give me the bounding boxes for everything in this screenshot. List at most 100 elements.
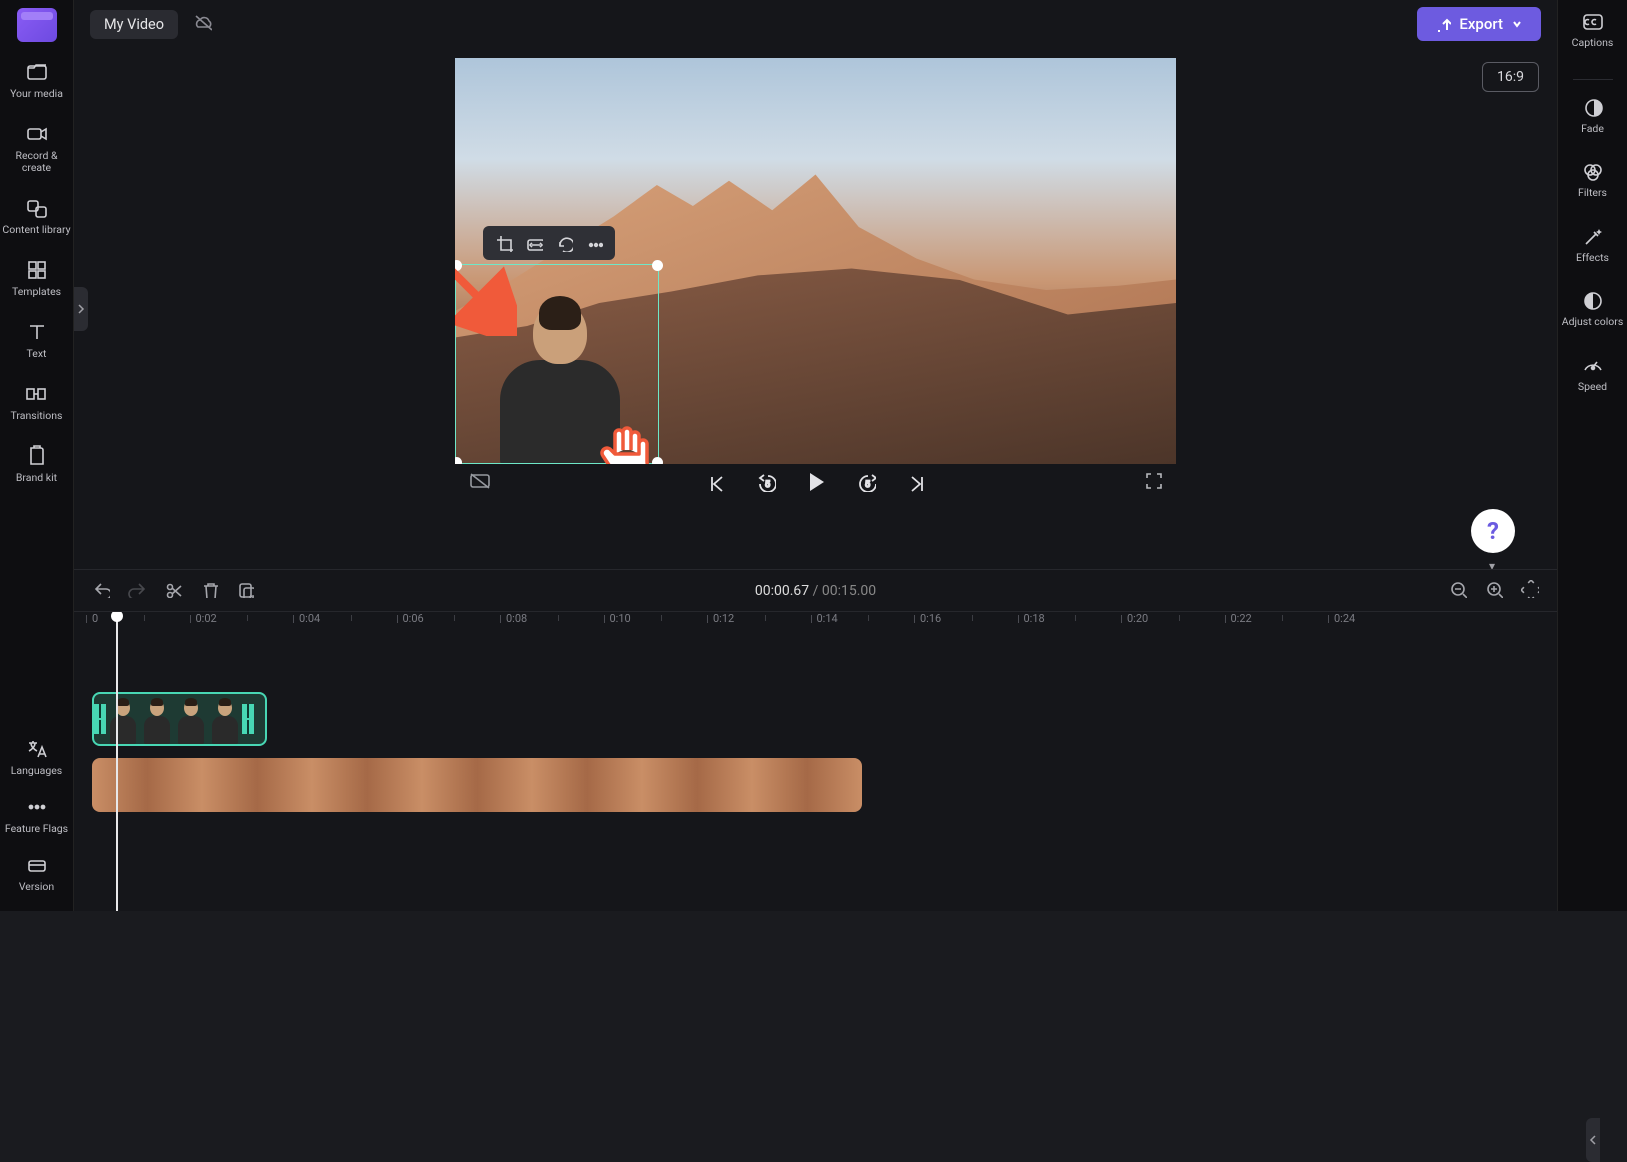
ruler-tick (144, 615, 145, 621)
right-item-fade[interactable]: Fade (1581, 96, 1604, 135)
skip-back-button[interactable]: 5 (756, 472, 776, 492)
split-button[interactable] (164, 580, 182, 602)
ruler-mark: 0:02 (196, 612, 217, 625)
sidebar-label: Feature Flags (5, 823, 68, 835)
help-button[interactable]: ? (1471, 509, 1515, 553)
version-icon (25, 853, 49, 877)
top-bar: My Video Export (74, 0, 1557, 48)
right-item-filters[interactable]: Filters (1578, 160, 1607, 199)
transitions-icon (24, 382, 48, 406)
zoom-out-button[interactable] (1449, 580, 1467, 602)
library-icon (25, 196, 49, 220)
undo-button[interactable] (92, 580, 110, 602)
chevron-down-icon (1511, 18, 1523, 30)
adjust-colors-icon (1581, 289, 1603, 311)
sidebar-label: Text (27, 348, 47, 360)
effects-icon (1581, 225, 1603, 247)
sidebar-label: Record & create (0, 150, 73, 174)
ruler-tick (1282, 615, 1283, 621)
sidebar-label: Your media (10, 88, 63, 100)
rs-label: Captions (1572, 37, 1614, 49)
skip-forward-button[interactable]: 5 (856, 472, 876, 492)
ruler-mark: 0 (92, 612, 98, 625)
right-item-captions[interactable]: Captions (1572, 10, 1614, 49)
clip-thumb (208, 694, 242, 744)
sidebar-item-languages[interactable]: Languages (5, 737, 68, 777)
sidebar-item-version[interactable]: Version (5, 853, 68, 893)
more-icon (25, 795, 49, 819)
sidebar-label: Templates (12, 286, 61, 298)
sidebar-label: Content library (2, 224, 70, 236)
export-label: Export (1459, 15, 1503, 33)
sidebar-item-text[interactable]: Text (25, 320, 49, 360)
ruler-tick (351, 615, 352, 621)
jump-end-button[interactable] (906, 472, 926, 492)
sidebar-item-feature-flags[interactable]: Feature Flags (5, 795, 68, 835)
ruler-tick (1075, 615, 1076, 621)
timeline-toolbar: 00:00.67 / 00:15.00 (74, 569, 1557, 611)
clip-landscape[interactable] (92, 758, 862, 812)
delete-button[interactable] (200, 580, 218, 602)
redo-button (128, 580, 146, 602)
clip-thumb (140, 694, 174, 744)
fade-icon (1582, 96, 1604, 118)
play-button[interactable] (806, 471, 826, 493)
clip-trim-left[interactable] (94, 704, 106, 734)
preview-canvas[interactable] (455, 58, 1176, 464)
ruler-mark: 0:22 (1231, 612, 1252, 625)
project-title[interactable]: My Video (90, 10, 178, 39)
timeline-ruler[interactable]: 00:020:040:060:080:100:120:140:160:180:2… (74, 612, 1557, 640)
clip-avatar[interactable] (92, 692, 267, 746)
svg-text:5: 5 (765, 480, 770, 490)
sidebar-item-templates[interactable]: Templates (12, 258, 61, 298)
fullscreen-button[interactable] (1144, 471, 1162, 493)
ruler-mark: 0:08 (506, 612, 527, 625)
ruler-mark: 0:12 (713, 612, 734, 625)
zoom-fit-button[interactable] (1521, 580, 1539, 602)
expand-left-panel[interactable] (74, 287, 88, 331)
duration: 00:15.00 (822, 583, 876, 599)
ruler-tick (558, 615, 559, 621)
playhead[interactable] (116, 612, 118, 911)
sidebar-item-record-create[interactable]: Record & create (0, 122, 73, 174)
resize-handle-tl[interactable] (455, 260, 462, 271)
text-icon (25, 320, 49, 344)
divider (1573, 79, 1613, 80)
sidebar-item-content-library[interactable]: Content library (2, 196, 70, 236)
right-item-speed[interactable]: Speed (1578, 354, 1607, 393)
duplicate-button[interactable] (236, 580, 254, 602)
fit-button[interactable] (521, 232, 547, 254)
sidebar-item-your-media[interactable]: Your media (10, 60, 63, 100)
aspect-ratio-button[interactable]: 16:9 (1482, 62, 1539, 92)
languages-icon (25, 737, 49, 761)
resize-handle-tr[interactable] (652, 260, 663, 271)
ruler-tick (454, 615, 455, 621)
hide-controls-button[interactable] (469, 471, 491, 493)
main-column: My Video Export (74, 0, 1557, 911)
crop-button[interactable] (491, 232, 517, 254)
jump-start-button[interactable] (706, 472, 726, 492)
rotate-button[interactable] (551, 232, 577, 254)
sidebar-label: Transitions (11, 410, 63, 422)
right-sidebar: Captions Fade Filters Effects Adjust col… (1557, 0, 1627, 911)
expand-right-panel[interactable] (1586, 1118, 1600, 1162)
filters-icon (1581, 160, 1603, 182)
selection-box[interactable] (455, 264, 659, 464)
ruler-mark: 0:20 (1127, 612, 1148, 625)
sidebar-item-brand-kit[interactable]: Brand kit (16, 444, 57, 484)
sidebar-item-transitions[interactable]: Transitions (11, 382, 63, 422)
timeline[interactable]: 00:020:040:060:080:100:120:140:160:180:2… (74, 611, 1557, 911)
app-logo[interactable] (17, 8, 57, 42)
canvas-wrap: 5 5 (455, 58, 1176, 464)
ruler-tick (972, 615, 973, 621)
more-options-button[interactable] (581, 232, 607, 254)
clip-trim-right[interactable] (242, 704, 254, 734)
right-item-effects[interactable]: Effects (1576, 225, 1609, 264)
cloud-sync-off-icon[interactable] (192, 12, 212, 36)
export-button[interactable]: Export (1417, 7, 1541, 41)
current-time: 00:00.67 (755, 583, 809, 599)
ruler-mark: 0:04 (299, 612, 320, 625)
rs-label: Effects (1576, 252, 1609, 264)
right-item-adjust-colors[interactable]: Adjust colors (1562, 289, 1624, 328)
zoom-in-button[interactable] (1485, 580, 1503, 602)
